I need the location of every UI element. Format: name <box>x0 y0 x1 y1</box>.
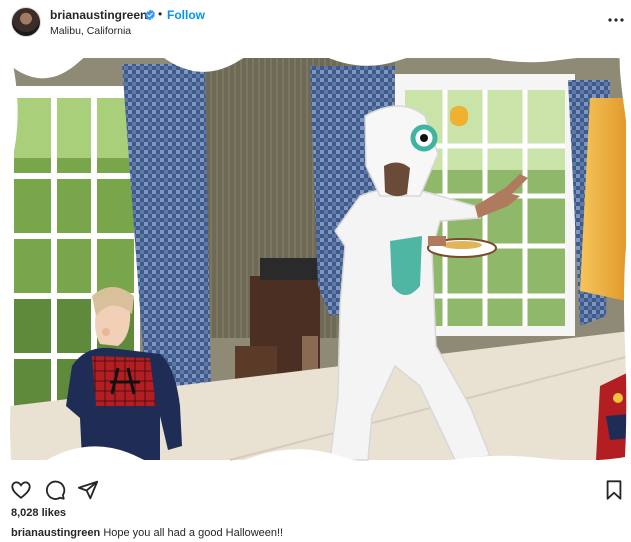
post-header: brianaustingreen • Follow Malibu, Califo… <box>0 0 631 46</box>
username[interactable]: brianaustingreen <box>50 8 147 22</box>
follow-button[interactable]: Follow <box>167 8 205 22</box>
heart-icon[interactable] <box>10 479 32 501</box>
paper-plane-icon[interactable] <box>77 479 99 501</box>
bookmark-icon[interactable] <box>603 479 625 501</box>
location-link[interactable]: Malibu, California <box>50 25 131 37</box>
verified-badge-icon <box>145 9 155 21</box>
action-bar <box>0 474 631 504</box>
caption-username[interactable]: brianaustingreen <box>11 527 100 539</box>
post-photo[interactable] <box>0 46 631 474</box>
halloween-photo <box>0 46 631 474</box>
caption: brianaustingreen Hope you all had a good… <box>11 527 283 539</box>
like-count[interactable]: 8,028 likes <box>11 507 66 519</box>
separator-dot: • <box>158 7 163 21</box>
comment-icon[interactable] <box>44 479 66 501</box>
more-options-icon[interactable] <box>606 10 626 30</box>
avatar[interactable] <box>11 7 41 37</box>
caption-text: Hope you all had a good Halloween!! <box>103 527 284 539</box>
